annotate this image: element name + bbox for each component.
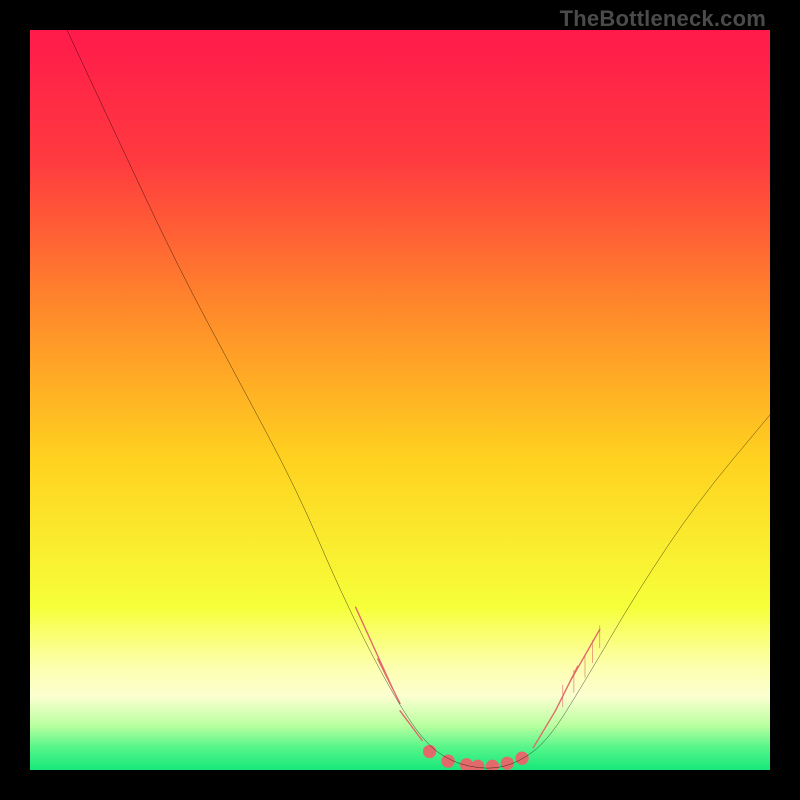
watermark-text: TheBottleneck.com bbox=[560, 6, 766, 32]
marker-dot bbox=[501, 757, 514, 770]
marker-dot bbox=[423, 745, 436, 758]
marker-dot bbox=[515, 752, 528, 765]
marker-dot bbox=[486, 760, 499, 770]
marker-group bbox=[356, 607, 600, 770]
curve-layer bbox=[30, 30, 770, 770]
marker-segment bbox=[400, 711, 422, 741]
chart-frame: TheBottleneck.com bbox=[0, 0, 800, 800]
marker-segment bbox=[533, 711, 555, 748]
plot-area bbox=[30, 30, 770, 770]
marker-segment bbox=[378, 659, 400, 703]
marker-dot bbox=[471, 760, 484, 770]
bottleneck-curve bbox=[67, 30, 770, 768]
marker-dot bbox=[441, 754, 454, 767]
